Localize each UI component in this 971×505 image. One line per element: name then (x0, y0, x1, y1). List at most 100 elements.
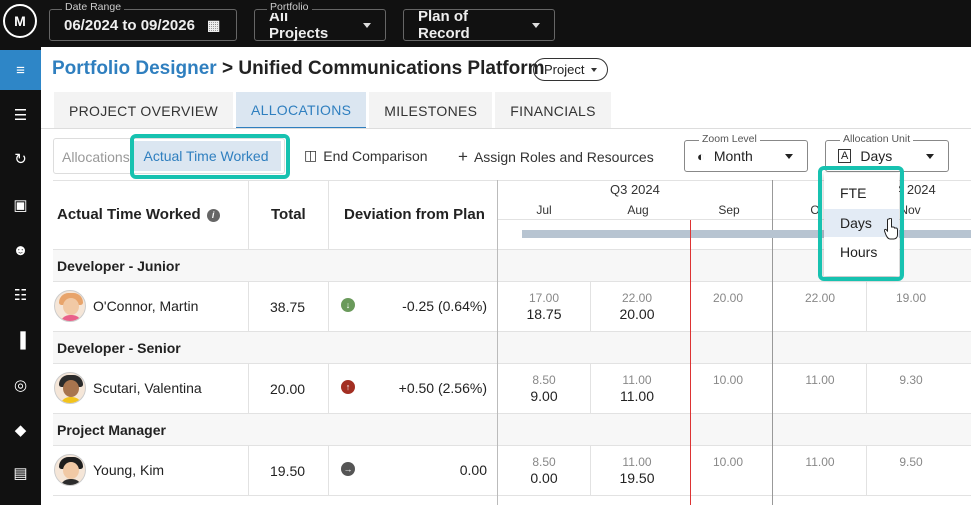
role-label: Project Manager (57, 422, 166, 438)
document-icon: ▤ (13, 465, 28, 482)
cell-planned: 10.00 (712, 373, 744, 387)
column-header-name-label: Actual Time Worked (57, 206, 201, 223)
grid-line (328, 363, 329, 413)
month-label: Jul (536, 203, 552, 217)
cell-planned: 9.30 (899, 373, 923, 387)
sidebar-item-direction[interactable]: ◆ (0, 410, 41, 450)
cell-planned: 17.00 (528, 291, 560, 305)
cell-planned: 11.00 (805, 455, 835, 469)
list-icon: ☷ (13, 287, 28, 304)
tab-divider (41, 128, 971, 129)
chevron-down-icon (532, 22, 540, 28)
grid-line (866, 445, 867, 495)
cell-planned: 11.00 (805, 373, 835, 387)
sidebar-item-document[interactable]: ▤ (0, 453, 41, 493)
person-name[interactable]: Young, Kim (93, 462, 164, 478)
arrow-down-icon: ↓ (341, 298, 355, 312)
group-row (53, 414, 971, 446)
zoom-level-legend: Zoom Level (699, 133, 760, 145)
person-total: 38.75 (270, 299, 306, 315)
chevron-down-icon (591, 67, 598, 72)
assign-roles-button[interactable]: + Assign Roles and Resources (458, 147, 654, 167)
portfolio-value: All Projects (269, 8, 329, 42)
chevron-down-icon (785, 154, 793, 159)
grid-line (328, 445, 329, 495)
arrow-right-icon: → (341, 462, 355, 476)
sidebar-item-people-list[interactable]: ☰ (0, 95, 41, 135)
person-deviation: 0.00 (459, 462, 487, 478)
grid-line (328, 180, 329, 250)
date-range-picker[interactable]: Date Range 06/2024 to 09/2026 ▦ (49, 1, 237, 41)
project-type-badge[interactable]: Project (533, 58, 609, 81)
plan-select[interactable]: Plan of Record (403, 8, 555, 42)
calendar-icon[interactable]: ▦ (207, 17, 220, 34)
sidebar-item-columns[interactable]: ▐ (0, 320, 41, 360)
grid-line (866, 363, 867, 413)
portfolio-select[interactable]: Portfolio All Projects (254, 1, 386, 42)
cell-actual: 20.00 (619, 306, 655, 322)
sidebar-item-refresh[interactable]: ↻ (0, 139, 41, 179)
grid-line (53, 445, 971, 446)
sidebar-item-menu[interactable]: ≡ (0, 50, 41, 90)
arrow-up-icon: ↑ (341, 380, 355, 394)
sidebar-item-people[interactable]: ☻ (0, 230, 41, 270)
grid-line (53, 495, 971, 496)
zoom-level-select[interactable]: Zoom Level ◐ Month (684, 133, 808, 172)
refresh-icon: ↻ (14, 151, 27, 168)
person-name[interactable]: O'Connor, Martin (93, 298, 198, 314)
grid-line (328, 281, 329, 331)
app-logo[interactable]: M (3, 4, 37, 38)
grid-line (866, 281, 867, 331)
date-range-legend: Date Range (62, 1, 125, 13)
quarter-label: Q3 2024 (610, 182, 660, 197)
grid-line (590, 281, 591, 331)
project-title: Unified Communications Platform (238, 58, 545, 79)
grid-line (772, 180, 773, 505)
cell-planned: 20.00 (712, 291, 744, 305)
breadcrumb[interactable]: Portfolio Designer (52, 58, 217, 79)
cell-planned: 10.00 (712, 455, 744, 469)
column-header-deviation: Deviation from Plan (344, 206, 485, 223)
tab-milestones[interactable]: MILESTONES (369, 92, 493, 129)
assign-roles-label: Assign Roles and Resources (473, 149, 654, 165)
month-label: Aug (627, 203, 649, 217)
chevron-down-icon (926, 154, 934, 159)
hand-cursor-icon (884, 218, 898, 240)
columns-icon: ▐ (15, 331, 26, 349)
cell-planned: 19.00 (895, 291, 927, 305)
page-title: Portfolio Designer > Unified Communicati… (52, 58, 545, 80)
cell-planned: 8.50 (532, 373, 556, 387)
sidebar-item-list[interactable]: ☷ (0, 275, 41, 315)
cell-actual: 18.75 (526, 306, 562, 322)
menu-lines-icon: ≡ (16, 61, 25, 79)
target-icon: ◎ (13, 377, 28, 394)
person-total: 19.50 (270, 463, 306, 479)
grid-line (53, 363, 971, 364)
person-name[interactable]: Scutari, Valentina (93, 380, 202, 396)
sidebar-item-badge[interactable]: ▣ (0, 185, 41, 225)
allocation-unit-value: Days (860, 148, 893, 164)
cell-planned: 11.00 (622, 455, 652, 469)
tab-project-overview[interactable]: PROJECT OVERVIEW (54, 92, 233, 129)
tab-financials[interactable]: FINANCIALS (495, 92, 611, 129)
person-deviation: +0.50 (2.56%) (398, 380, 487, 396)
highlight-box (130, 134, 290, 179)
grid-line (590, 363, 591, 413)
badge-label: Project (544, 62, 585, 77)
grid-line (590, 445, 591, 495)
avatar (54, 372, 86, 404)
avatar (54, 290, 86, 322)
toggle-allocations[interactable]: Allocations (62, 149, 130, 165)
end-comparison-button[interactable]: ◫ End Comparison (304, 147, 428, 164)
cell-actual: 0.00 (530, 470, 558, 486)
info-icon[interactable]: i (206, 208, 220, 222)
breadcrumb-separator: > (221, 58, 234, 79)
avatar (54, 454, 86, 486)
sidebar-item-target[interactable]: ◎ (0, 365, 41, 405)
grid-line (248, 445, 249, 495)
grid-line (53, 281, 971, 282)
cell-planned: 22.00 (621, 291, 653, 305)
grid-line (497, 180, 498, 505)
role-label: Developer - Junior (57, 258, 180, 274)
tab-allocations[interactable]: ALLOCATIONS (235, 92, 367, 129)
